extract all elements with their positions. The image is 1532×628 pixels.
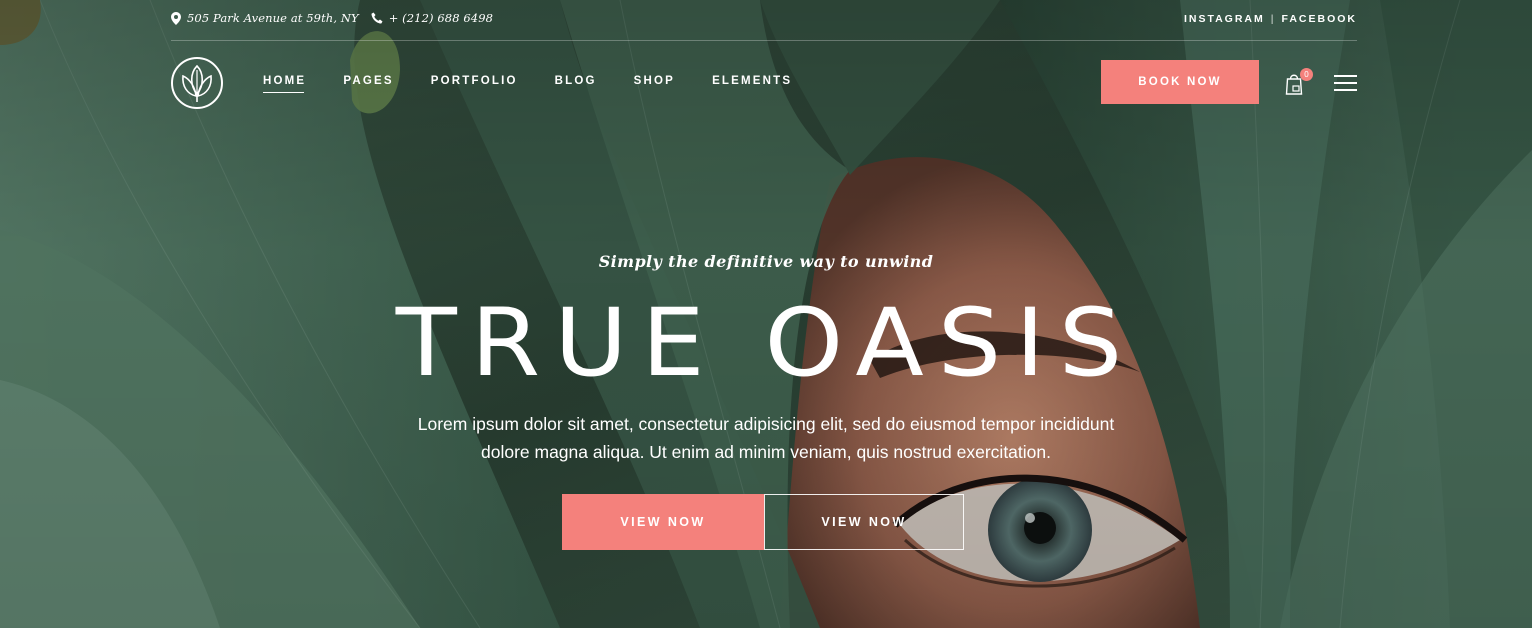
site-logo[interactable] [170, 56, 224, 110]
hero-description: Lorem ipsum dolor sit amet, consectetur … [0, 410, 1532, 466]
nav-item-pages[interactable]: PAGES [343, 75, 393, 92]
hero-description-line: dolore magna aliqua. Ut enim ad minim ve… [480, 442, 1051, 462]
instagram-link[interactable]: INSTAGRAM [1184, 13, 1265, 25]
contact-info: 505 Park Avenue at 59th, NY + (212) 688 … [171, 11, 493, 25]
nav-item-portfolio[interactable]: PORTFOLIO [431, 75, 518, 92]
leaf-emblem-icon [171, 57, 223, 109]
hero-cta-group: VIEW NOW VIEW NOW [562, 494, 964, 550]
hero-headline: TRUE OASIS [0, 283, 1532, 403]
phone-text[interactable]: + (212) 688 6498 [389, 11, 493, 25]
address: 505 Park Avenue at 59th, NY [171, 11, 359, 25]
nav-item-elements[interactable]: ELEMENTS [712, 75, 792, 92]
nav-item-shop[interactable]: SHOP [634, 75, 675, 92]
social-links: INSTAGRAM | FACEBOOK [1184, 13, 1357, 25]
cart-button[interactable]: 0 [1285, 68, 1315, 96]
nav-item-home[interactable]: HOME [263, 75, 306, 93]
top-info-bar: 505 Park Avenue at 59th, NY + (212) 688 … [171, 0, 1357, 41]
location-pin-icon [171, 11, 181, 25]
hero-tagline: Simply the definitive way to unwind [598, 252, 934, 271]
address-text: 505 Park Avenue at 59th, NY [187, 11, 359, 25]
view-now-outline-button[interactable]: VIEW NOW [764, 494, 964, 550]
cart-count-badge: 0 [1300, 68, 1313, 81]
facebook-link[interactable]: FACEBOOK [1281, 13, 1357, 25]
phone[interactable]: + (212) 688 6498 [371, 11, 493, 25]
main-navigation: HOME PAGES PORTFOLIO BLOG SHOP ELEMENTS [263, 75, 829, 93]
phone-icon [371, 12, 383, 24]
nav-item-blog[interactable]: BLOG [555, 75, 597, 92]
hamburger-menu-icon[interactable] [1334, 74, 1358, 91]
book-now-button[interactable]: BOOK NOW [1101, 60, 1259, 104]
view-now-primary-button[interactable]: VIEW NOW [562, 494, 764, 550]
hero-description-line: Lorem ipsum dolor sit amet, consectetur … [417, 414, 1115, 434]
social-separator: | [1270, 13, 1276, 25]
hero-headline-text: TRUE OASIS [395, 287, 1137, 398]
